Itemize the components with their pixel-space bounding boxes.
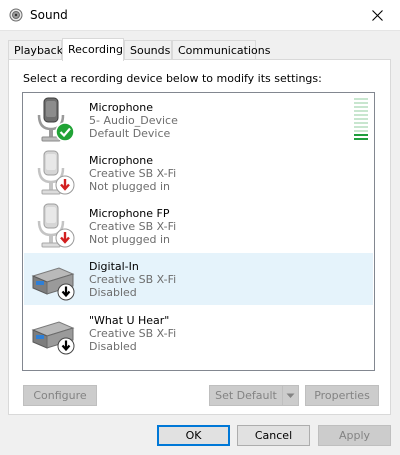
- microphone-icon: [37, 150, 75, 195]
- level-meter: [354, 98, 368, 142]
- ok-label: OK: [185, 429, 202, 442]
- device-driver: Creative SB X-Fi: [89, 327, 177, 340]
- set-default-button[interactable]: Set Default: [209, 385, 283, 406]
- device-driver: Creative SB X-Fi: [89, 220, 177, 233]
- chevron-down-icon: [286, 393, 295, 398]
- level-segment: [354, 102, 368, 104]
- microphone-icon: [37, 203, 75, 248]
- level-segment: [354, 110, 368, 112]
- tab-label: Sounds: [130, 44, 171, 57]
- microphone-icon: [37, 97, 75, 142]
- level-segment: [354, 130, 368, 132]
- tab-label: Recording: [68, 43, 124, 56]
- tab-label: Communications: [178, 44, 271, 57]
- level-segment: [354, 122, 368, 124]
- recording-panel: Select a recording device below to modif…: [8, 59, 391, 415]
- sound-card-icon: [31, 267, 75, 301]
- device-item[interactable]: Microphone 5- Audio_Device Default Devic…: [24, 94, 373, 146]
- disabled-black-arrow-icon: [57, 283, 75, 301]
- set-default-dropdown[interactable]: [282, 385, 299, 406]
- device-item[interactable]: "What U Hear" Creative SB X-Fi Disabled: [24, 307, 373, 359]
- properties-button[interactable]: Properties: [305, 385, 379, 406]
- sound-card-icon: [31, 321, 75, 355]
- tab-communications[interactable]: Communications: [172, 40, 270, 60]
- device-name: Microphone: [89, 154, 154, 167]
- instruction-text: Select a recording device below to modif…: [23, 72, 322, 85]
- device-list[interactable]: Microphone 5- Audio_Device Default Devic…: [22, 92, 375, 371]
- set-default-label: Set Default: [215, 389, 277, 402]
- tab-playback[interactable]: Playback: [8, 40, 64, 60]
- unplugged-red-arrow-icon: [55, 228, 75, 248]
- properties-label: Properties: [314, 389, 370, 402]
- level-segment: [354, 114, 368, 116]
- apply-label: Apply: [338, 429, 371, 442]
- device-item[interactable]: Digital-In Creative SB X-Fi Disabled: [24, 253, 373, 305]
- close-icon: [371, 10, 383, 21]
- ok-button[interactable]: OK: [157, 425, 230, 446]
- device-driver: 5- Audio_Device: [89, 114, 178, 127]
- level-segment: [354, 106, 368, 108]
- device-name: Microphone FP: [89, 207, 170, 220]
- device-item[interactable]: Microphone Creative SB X-Fi Not plugged …: [24, 147, 373, 199]
- device-status: Default Device: [89, 127, 171, 140]
- device-driver: Creative SB X-Fi: [89, 167, 177, 180]
- device-status: Not plugged in: [89, 233, 171, 246]
- device-driver: Creative SB X-Fi: [89, 273, 177, 286]
- disabled-black-arrow-icon: [57, 337, 75, 355]
- tab-label: Playback: [14, 44, 64, 57]
- title-bar: Sound: [0, 0, 400, 31]
- device-item[interactable]: Microphone FP Creative SB X-Fi Not plugg…: [24, 200, 373, 252]
- level-segment: [354, 126, 368, 128]
- device-status: Not plugged in: [89, 180, 171, 193]
- tab-sounds[interactable]: Sounds: [124, 40, 172, 60]
- unplugged-red-arrow-icon: [55, 175, 75, 195]
- window-title: Sound: [30, 8, 68, 22]
- cancel-button[interactable]: Cancel: [237, 425, 310, 446]
- device-name: Microphone: [89, 101, 154, 114]
- cancel-label: Cancel: [254, 429, 293, 442]
- level-segment: [354, 138, 368, 140]
- level-segment: [354, 98, 368, 100]
- level-segment: [354, 118, 368, 120]
- default-check-icon: [55, 122, 75, 142]
- configure-label: Configure: [33, 389, 87, 402]
- device-name: "What U Hear": [89, 314, 170, 327]
- apply-button[interactable]: Apply: [318, 425, 391, 446]
- device-status: Disabled: [89, 286, 137, 299]
- device-status: Disabled: [89, 340, 137, 353]
- close-button[interactable]: [354, 0, 400, 31]
- tab-recording[interactable]: Recording: [62, 38, 124, 61]
- speaker-icon: [9, 8, 23, 22]
- level-segment: [354, 134, 368, 136]
- device-name: Digital-In: [89, 260, 139, 273]
- configure-button[interactable]: Configure: [23, 385, 97, 406]
